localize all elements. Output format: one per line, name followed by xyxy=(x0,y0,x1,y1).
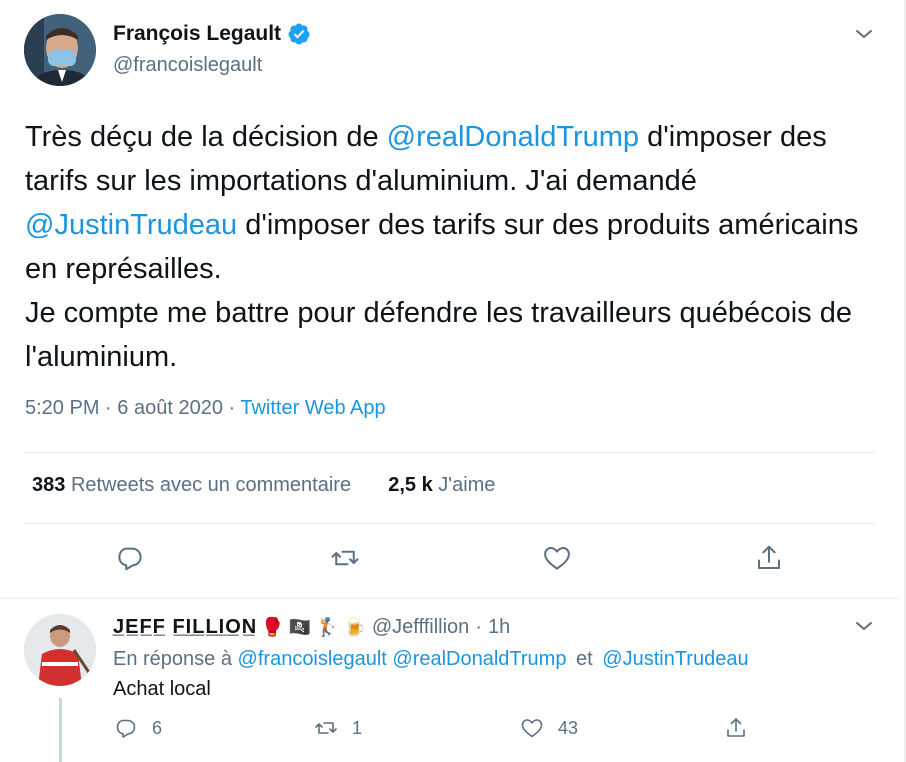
tweet-time[interactable]: 5:20 PM xyxy=(25,397,99,419)
divider xyxy=(24,452,876,453)
reply-like-button[interactable]: 43 xyxy=(520,716,578,740)
reply-share-button[interactable] xyxy=(724,716,748,740)
retweet-button[interactable] xyxy=(325,538,365,578)
name-emojis: 🥊 🏴‍☠️ 🏌 🍺 xyxy=(261,617,366,637)
separator-dot: · xyxy=(105,397,112,419)
tweet-stats: 383 Retweets avec un commentaire 2,5 k J… xyxy=(32,474,495,497)
reply-actions: 6 1 43 xyxy=(100,716,880,748)
divider xyxy=(24,523,876,524)
author-handle[interactable]: @francoislegault xyxy=(113,54,262,77)
tweet-text-segment: Je compte me battre pour défendre les tr… xyxy=(25,297,852,373)
reply-author-name[interactable]: J̲E̲F̲F̲ F̲I̲L̲L̲I̲O̲N̲ xyxy=(113,616,257,639)
reply-header: J̲E̲F̲F̲ F̲I̲L̲L̲I̲O̲N̲ 🥊 🏴‍☠️ 🏌 🍺 @Jeff… xyxy=(113,616,510,639)
reply-retweet-button[interactable]: 1 xyxy=(314,716,362,740)
chevron-down-icon[interactable] xyxy=(852,22,876,46)
likes-stat[interactable]: 2,5 k J'aime xyxy=(388,474,495,496)
tweet-text-segment: Très déçu de la décision de xyxy=(25,121,387,153)
like-count: 43 xyxy=(558,717,579,738)
replying-prefix: En réponse à xyxy=(113,648,232,670)
mention-link[interactable]: @JustinTrudeau xyxy=(25,209,237,241)
share-button[interactable] xyxy=(749,538,789,578)
like-icon xyxy=(544,547,570,570)
replying-mention[interactable]: @JustinTrudeau xyxy=(602,648,748,670)
reply-time[interactable]: 1h xyxy=(488,616,510,639)
likes-count: 2,5 k xyxy=(388,474,433,496)
reply-text: Achat local xyxy=(113,678,211,700)
retweets-label: Retweets avec un commentaire xyxy=(70,474,352,496)
reply-icon xyxy=(116,719,136,738)
author-name-text[interactable]: François Legault xyxy=(113,22,281,46)
retweets-count: 383 xyxy=(32,474,66,496)
reply-author-avatar[interactable] xyxy=(24,614,96,686)
retweet-icon xyxy=(331,550,359,566)
reply-count: 6 xyxy=(152,717,163,738)
tweet-text: Très déçu de la décision de @realDonaldT… xyxy=(25,115,875,379)
chevron-down-icon[interactable] xyxy=(852,614,876,638)
tweet-source-link[interactable]: Twitter Web App xyxy=(240,397,385,419)
reply-reply-button[interactable]: 6 xyxy=(114,716,162,740)
verified-badge-icon xyxy=(287,22,311,46)
thread-line xyxy=(59,698,62,762)
replying-mention[interactable]: @francoislegault xyxy=(238,648,387,670)
replying-to: En réponse à @francoislegault @realDonal… xyxy=(113,648,749,671)
author-avatar[interactable] xyxy=(24,14,96,86)
author-name[interactable]: François Legault xyxy=(113,22,311,46)
mention-link[interactable]: @realDonaldTrump xyxy=(387,121,639,153)
tweet-meta: 5:20 PM · 6 août 2020 · Twitter Web App xyxy=(25,397,386,420)
replying-mention[interactable]: @realDonaldTrump xyxy=(392,648,566,670)
separator-dot: · xyxy=(475,616,482,638)
like-icon xyxy=(521,719,543,738)
tweet-date[interactable]: 6 août 2020 xyxy=(117,397,223,419)
section-divider xyxy=(0,598,900,599)
separator-dot: · xyxy=(228,397,236,419)
reply-tweet[interactable]: J̲E̲F̲F̲ F̲I̲L̲L̲I̲O̲N̲ 🥊 🏴‍☠️ 🏌 🍺 @Jeff… xyxy=(0,600,900,762)
like-button[interactable] xyxy=(537,538,577,578)
main-tweet: François Legault @francoislegault Très d… xyxy=(0,0,900,598)
reply-icon xyxy=(118,547,142,571)
share-icon xyxy=(758,545,780,569)
retweets-stat[interactable]: 383 Retweets avec un commentaire xyxy=(32,474,351,496)
replying-and: et xyxy=(576,648,593,670)
retweet-count: 1 xyxy=(352,717,363,738)
reply-author-handle[interactable]: @Jefffillion xyxy=(372,616,469,639)
share-icon xyxy=(727,718,745,737)
tweet-actions xyxy=(0,538,900,582)
reply-button[interactable] xyxy=(110,538,150,578)
retweet-icon xyxy=(315,722,337,734)
likes-label: J'aime xyxy=(438,474,496,496)
